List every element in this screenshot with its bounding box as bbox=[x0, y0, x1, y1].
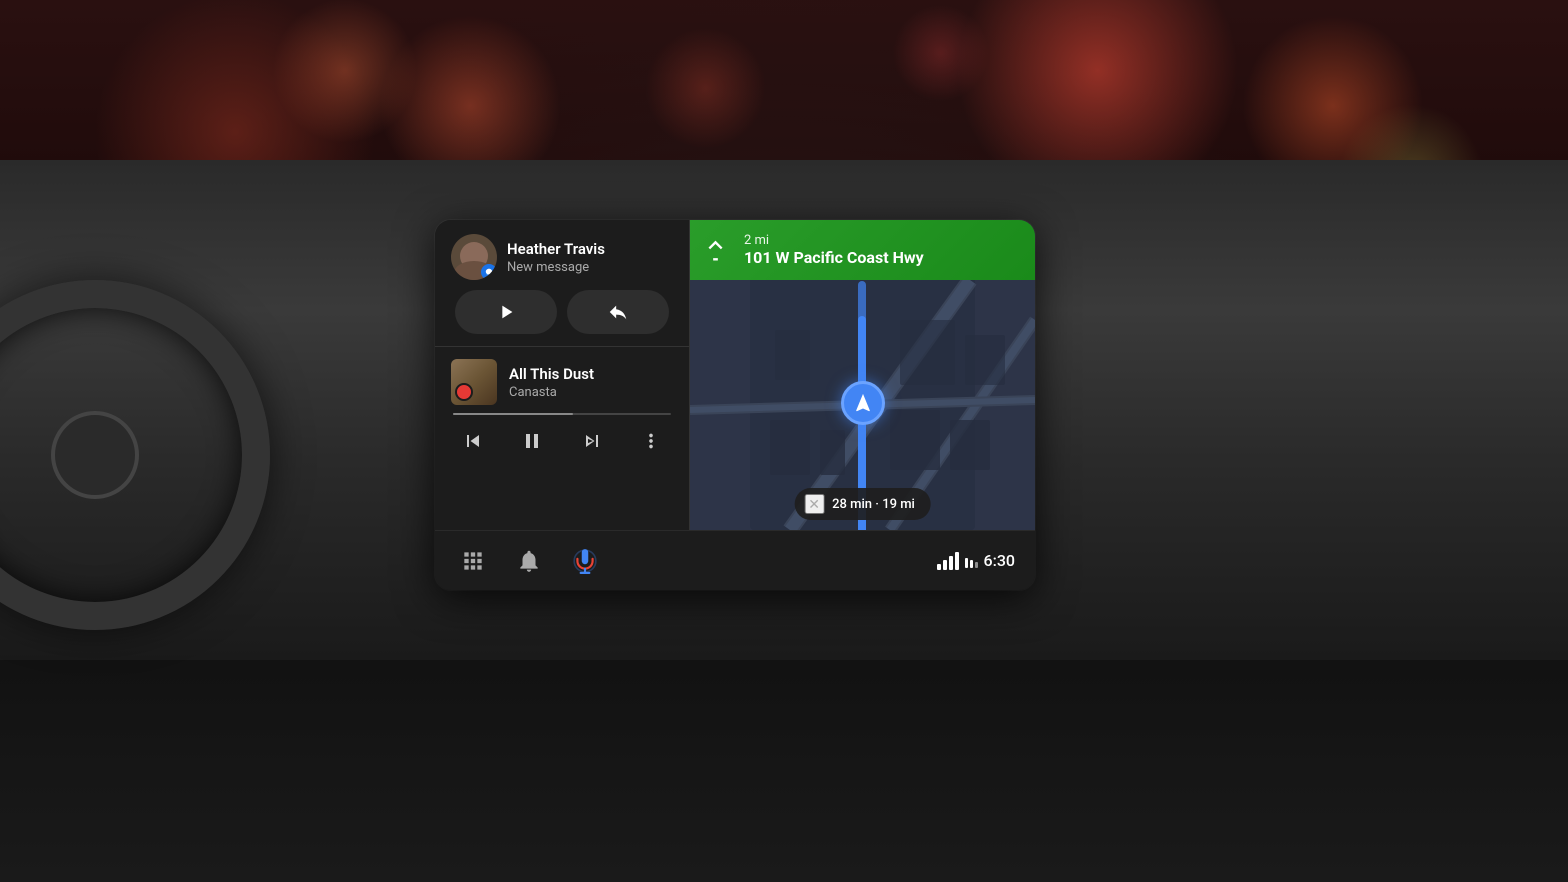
album-art bbox=[451, 359, 497, 405]
message-info: Heather Travis New message bbox=[507, 240, 673, 275]
track-title: All This Dust bbox=[509, 365, 673, 383]
signal-bar-1 bbox=[937, 564, 941, 570]
message-actions bbox=[451, 290, 673, 334]
notifications-button[interactable] bbox=[511, 543, 547, 579]
music-controls bbox=[451, 423, 673, 459]
close-navigation-button[interactable]: ✕ bbox=[804, 494, 824, 514]
message-subtitle: New message bbox=[507, 260, 673, 275]
message-card: Heather Travis New message bbox=[435, 220, 689, 347]
pause-button[interactable] bbox=[514, 423, 550, 459]
wifi-icon bbox=[964, 556, 978, 570]
signal-bar-2 bbox=[943, 560, 947, 570]
nav-position-arrow bbox=[841, 381, 885, 425]
music-card: All This Dust Canasta bbox=[435, 347, 689, 469]
play-message-button[interactable] bbox=[455, 290, 557, 334]
nav-distance: 2 mi bbox=[744, 233, 1021, 248]
bottom-bar: 6:30 bbox=[435, 530, 1035, 590]
track-artist: Canasta bbox=[509, 385, 673, 400]
signal-icon bbox=[937, 552, 978, 570]
prev-track-button[interactable] bbox=[455, 423, 491, 459]
signal-bar-4 bbox=[955, 552, 959, 570]
eta-text: 28 min · 19 mi bbox=[832, 497, 915, 512]
message-sender: Heather Travis bbox=[507, 240, 673, 258]
message-header: Heather Travis New message bbox=[451, 234, 673, 280]
progress-bar bbox=[453, 413, 671, 415]
screen-main: Heather Travis New message bbox=[435, 220, 1035, 530]
turn-arrow-icon bbox=[704, 235, 734, 265]
nav-street: 101 W Pacific Coast Hwy bbox=[744, 248, 1021, 267]
android-auto-screen: Heather Travis New message bbox=[435, 220, 1035, 590]
next-track-button[interactable] bbox=[574, 423, 610, 459]
status-area: 6:30 bbox=[937, 551, 1016, 570]
messenger-badge bbox=[481, 264, 497, 280]
music-info: All This Dust Canasta bbox=[509, 365, 673, 400]
reply-message-button[interactable] bbox=[567, 290, 669, 334]
eta-bar: ✕ 28 min · 19 mi bbox=[794, 488, 931, 520]
music-header: All This Dust Canasta bbox=[451, 359, 673, 405]
nav-info: 2 mi 101 W Pacific Coast Hwy bbox=[744, 233, 1021, 267]
avatar bbox=[451, 234, 497, 280]
app-grid-button[interactable] bbox=[455, 543, 491, 579]
nav-arrow-circle bbox=[841, 381, 885, 425]
map-panel[interactable]: 2 mi 101 W Pacific Coast Hwy ✕ 28 min · … bbox=[690, 220, 1035, 530]
signal-bar-3 bbox=[949, 556, 953, 570]
more-options-button[interactable] bbox=[633, 423, 669, 459]
nav-header: 2 mi 101 W Pacific Coast Hwy bbox=[690, 220, 1035, 280]
progress-fill bbox=[453, 413, 573, 415]
clock: 6:30 bbox=[984, 551, 1016, 570]
voice-input-button[interactable] bbox=[567, 543, 603, 579]
left-panel: Heather Travis New message bbox=[435, 220, 690, 530]
